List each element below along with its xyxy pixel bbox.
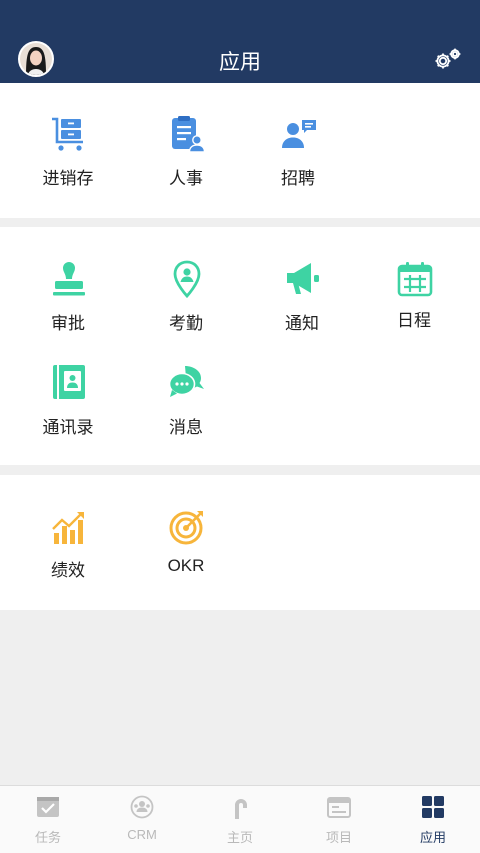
apps-section-office: 审批 考勤 通知 日程 通讯录 消息	[0, 227, 480, 465]
apps-section-inventory-hr: 进销存 人事 招聘	[0, 83, 480, 218]
chat-bubbles-icon	[168, 366, 204, 397]
app-label: 通知	[285, 314, 319, 333]
app-label: 考勤	[169, 314, 203, 333]
megaphone-icon	[287, 263, 319, 294]
tab-projects[interactable]: 项目	[291, 786, 387, 853]
app-label: 通讯录	[42, 418, 94, 437]
tab-label: 任务	[34, 830, 61, 845]
cart-icon	[52, 117, 83, 151]
page-title: 应用	[219, 51, 261, 74]
settings-icon[interactable]	[430, 46, 464, 74]
project-icon	[327, 797, 351, 818]
app-label: 招聘	[281, 169, 315, 188]
clipboard-person-icon	[172, 116, 206, 153]
app-label: 进销存	[42, 169, 94, 188]
app-label: OKR	[167, 556, 205, 575]
tab-label: 项目	[325, 830, 352, 845]
app-label: 消息	[169, 418, 203, 437]
tab-crm[interactable]: CRM	[94, 786, 190, 853]
location-pin-icon	[173, 260, 201, 298]
bottom-tab-bar: 任务 CRM 主页 项目 应用	[0, 785, 480, 853]
stamp-icon	[53, 262, 85, 296]
tab-apps[interactable]: 应用	[385, 786, 480, 853]
tab-label: 主页	[226, 830, 253, 845]
target-icon	[169, 511, 203, 545]
crm-icon	[130, 795, 154, 819]
app-label: 日程	[397, 311, 431, 330]
tab-tasks[interactable]: 任务	[0, 786, 96, 853]
home-icon	[235, 799, 247, 819]
tab-label: CRM	[127, 827, 157, 842]
app-label: 人事	[169, 169, 203, 188]
apps-grid-icon	[422, 796, 444, 818]
app-label: 审批	[51, 314, 85, 333]
app-header: 应用	[0, 0, 480, 83]
task-check-icon	[37, 797, 59, 817]
tab-label: 应用	[419, 830, 446, 845]
person-message-icon	[282, 120, 316, 148]
apps-section-performance: 绩效 OKR	[0, 475, 480, 610]
app-label: 绩效	[51, 561, 85, 580]
calendar-icon	[397, 262, 433, 297]
bar-chart-icon	[52, 512, 84, 544]
tab-home[interactable]: 主页	[192, 786, 288, 853]
contacts-book-icon	[53, 365, 85, 399]
